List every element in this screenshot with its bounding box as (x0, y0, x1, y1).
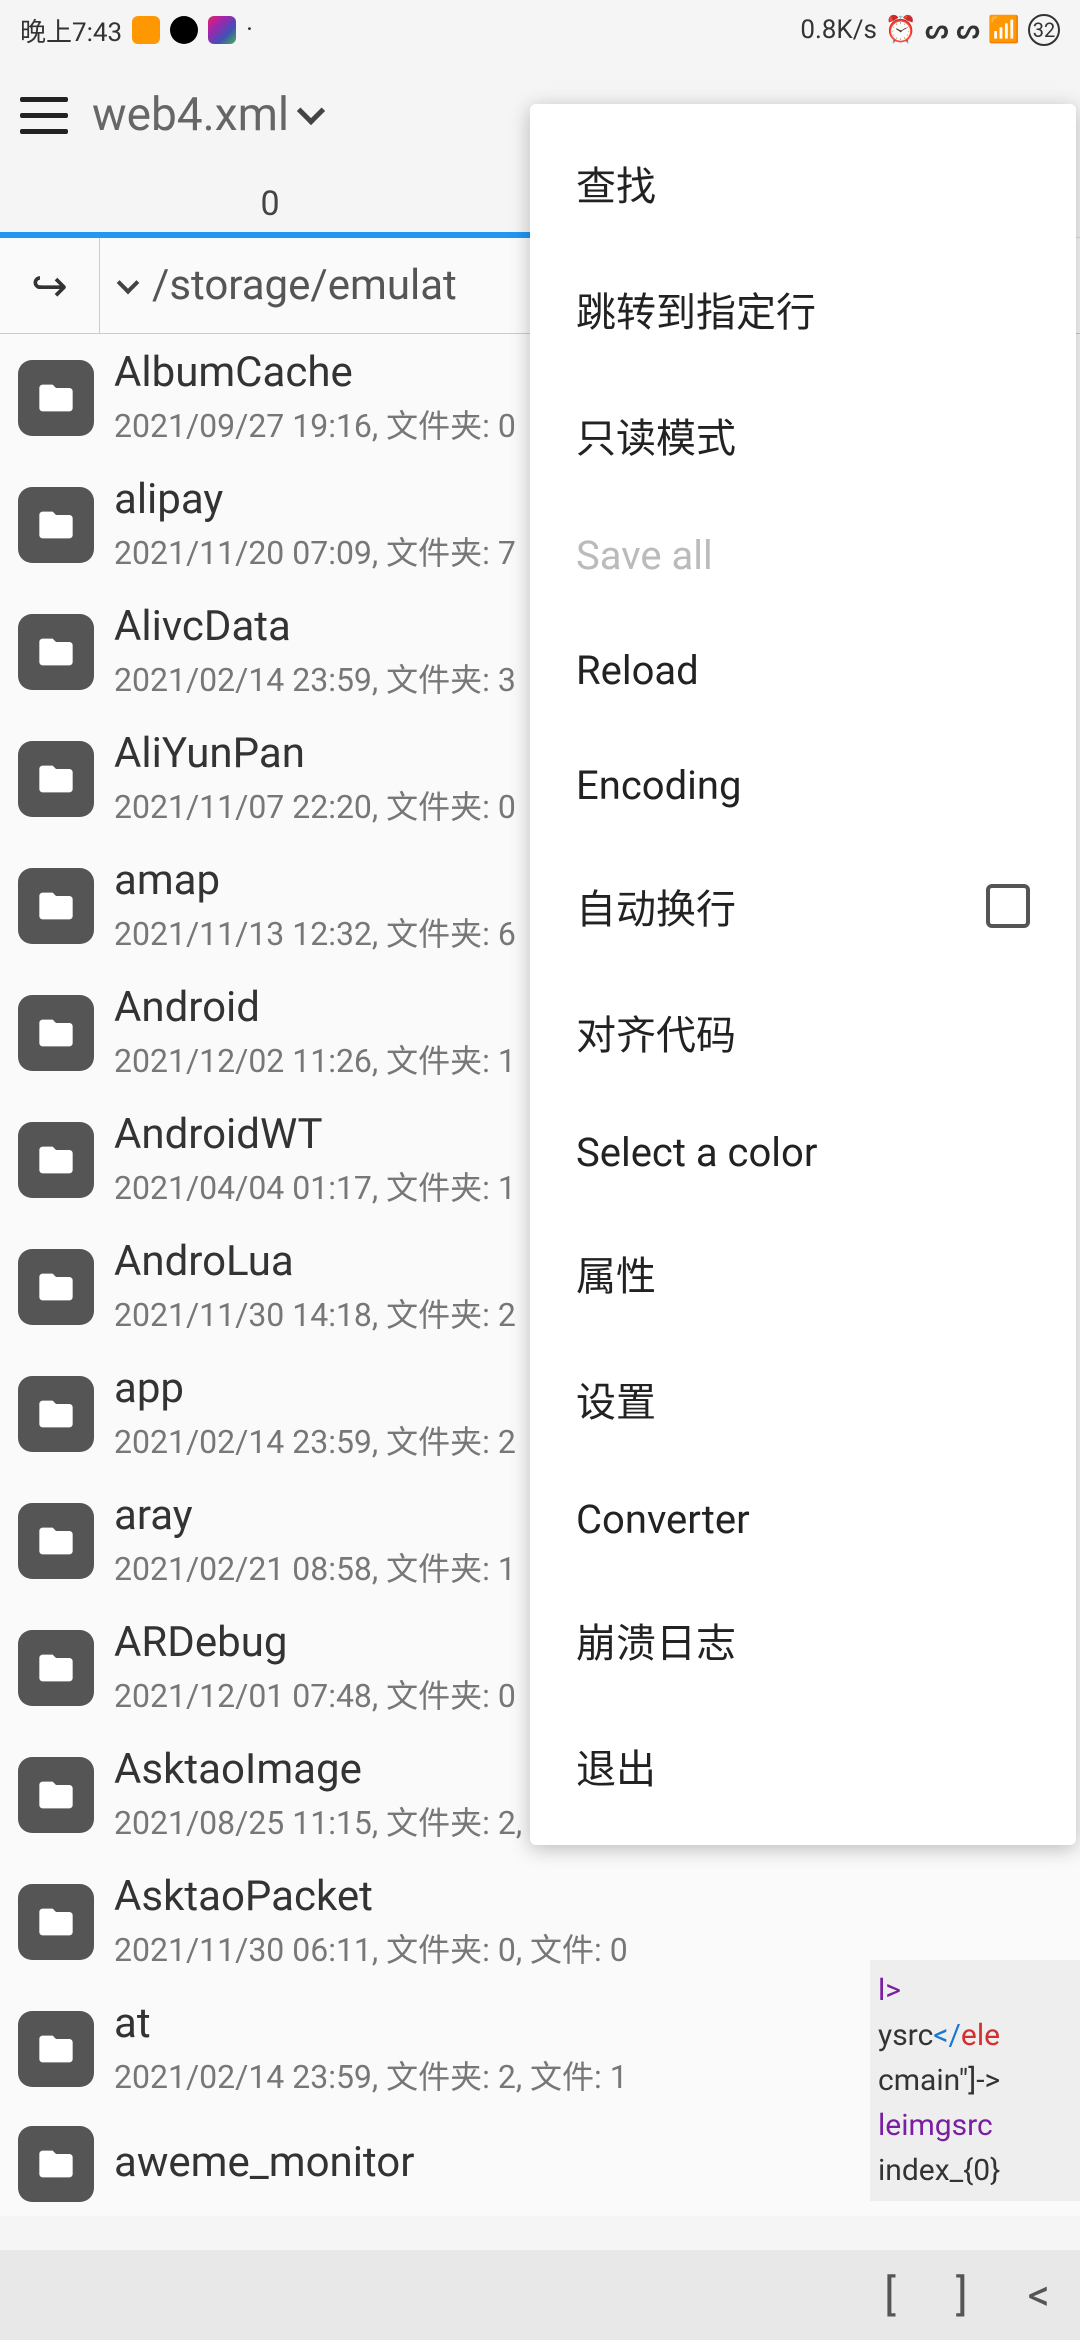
menu-item-label: 属性 (576, 1244, 656, 1302)
folder-icon (18, 741, 94, 817)
code-panel: l> ysrc</ele cmain"]-> leimgsrc index_{0… (870, 1960, 1080, 2201)
bottom-toolbar: [ ] < (0, 2250, 1080, 2340)
net-speed: 0.8K/s (800, 15, 877, 45)
menu-item[interactable]: 跳转到指定行 (530, 246, 1076, 372)
menu-item[interactable]: 崩溃日志 (530, 1577, 1076, 1703)
battery-badge: 32 (1028, 14, 1060, 46)
menu-item-label: Encoding (576, 762, 741, 809)
menu-item-label: 查找 (576, 154, 656, 212)
traffic-icon-1: ᔕ (925, 15, 948, 45)
status-time: 晚上7:43 (20, 12, 122, 49)
app-icon-3 (208, 16, 236, 44)
folder-icon (18, 2011, 94, 2087)
chevron-down-icon (117, 271, 140, 294)
folder-icon (18, 1884, 94, 1960)
cast-icon: 📶 (988, 15, 1020, 45)
status-left: 晚上7:43 · (20, 12, 253, 49)
folder-icon (18, 2126, 94, 2202)
file-title-dropdown[interactable]: web4.xml (92, 88, 321, 142)
folder-icon (18, 1249, 94, 1325)
menu-item-label: 设置 (576, 1370, 656, 1428)
folder-icon (18, 868, 94, 944)
menu-item-label: 自动换行 (576, 877, 736, 935)
folder-icon (18, 1630, 94, 1706)
menu-item[interactable]: 对齐代码 (530, 969, 1076, 1095)
menu-item[interactable]: 设置 (530, 1336, 1076, 1462)
status-dot: · (246, 15, 253, 45)
app-icon-2 (170, 16, 198, 44)
file-info: AsktaoPacket2021/11/30 06:11, 文件夹: 0, 文件… (114, 1872, 1062, 1971)
path-text: /storage/emulat (152, 261, 457, 310)
menu-item[interactable]: 只读模式 (530, 372, 1076, 498)
menu-item-label: 退出 (576, 1737, 656, 1795)
file-name: AsktaoPacket (114, 1872, 1062, 1921)
overflow-menu: 查找跳转到指定行只读模式 Save all Reload Encoding 自动换行对齐… (530, 104, 1076, 1845)
tab-0[interactable]: 0 (0, 170, 540, 237)
reply-arrow-icon: ↩ (31, 260, 68, 312)
menu-item-label: Converter (576, 1496, 750, 1543)
menu-item[interactable]: 自动换行 (530, 843, 1076, 969)
menu-item-label: 对齐代码 (576, 1003, 736, 1061)
menu-item[interactable]: Reload (530, 613, 1076, 728)
menu-item[interactable]: Select a color (530, 1095, 1076, 1210)
folder-icon (18, 487, 94, 563)
menu-item-label: 崩溃日志 (576, 1611, 736, 1669)
menu-item[interactable]: Converter (530, 1462, 1076, 1577)
bracket-open-button[interactable]: [ (884, 2269, 896, 2321)
bracket-close-button[interactable]: ] (956, 2269, 968, 2321)
hamburger-icon[interactable] (20, 91, 68, 139)
lt-button[interactable]: < (1028, 2269, 1050, 2321)
status-bar: 晚上7:43 · 0.8K/s ⏰ ᔕ ᔕ 📶 32 (0, 0, 1080, 60)
folder-icon (18, 995, 94, 1071)
menu-item-label: Reload (576, 647, 699, 694)
menu-item-label: Save all (576, 532, 713, 579)
folder-icon (18, 614, 94, 690)
status-right: 0.8K/s ⏰ ᔕ ᔕ 📶 32 (800, 14, 1060, 46)
folder-icon (18, 1376, 94, 1452)
folder-icon (18, 1757, 94, 1833)
traffic-icon-2: ᔕ (956, 15, 979, 45)
folder-icon (18, 1122, 94, 1198)
menu-item-label: 只读模式 (576, 406, 736, 464)
app-icon-1 (132, 16, 160, 44)
menu-item-label: Select a color (576, 1129, 817, 1176)
menu-item[interactable]: Encoding (530, 728, 1076, 843)
chevron-down-icon (297, 97, 325, 125)
menu-item-label: 跳转到指定行 (576, 280, 816, 338)
folder-icon (18, 360, 94, 436)
menu-item: Save all (530, 498, 1076, 613)
alarm-icon: ⏰ (885, 15, 917, 45)
menu-item[interactable]: 查找 (530, 120, 1076, 246)
menu-item[interactable]: 退出 (530, 1703, 1076, 1829)
folder-icon (18, 1503, 94, 1579)
path-back-button[interactable]: ↩ (0, 238, 100, 333)
file-title: web4.xml (92, 88, 289, 142)
menu-item[interactable]: 属性 (530, 1210, 1076, 1336)
checkbox-icon[interactable] (986, 884, 1030, 928)
